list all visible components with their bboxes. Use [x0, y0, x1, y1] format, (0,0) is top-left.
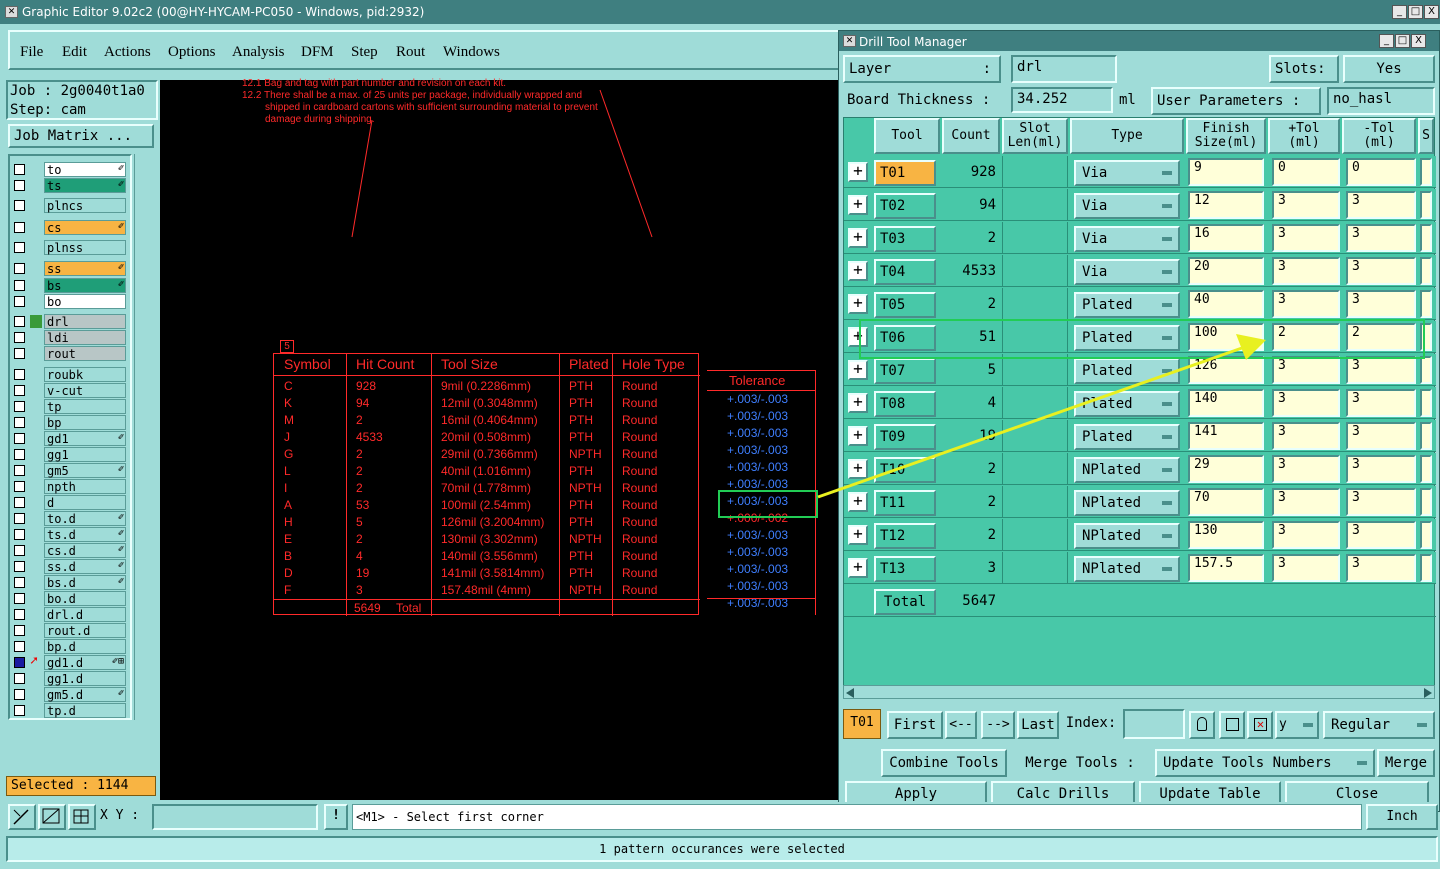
- grid-icon-button[interactable]: [68, 804, 96, 830]
- prompt-field: <M1> - Select first corner: [352, 804, 1362, 830]
- zoom-icon-button[interactable]: [8, 804, 36, 830]
- grid-icon: [73, 809, 89, 824]
- xy-label: X Y :: [100, 808, 140, 823]
- measure-icon-button[interactable]: [38, 804, 66, 830]
- alert-icon-button[interactable]: !: [324, 804, 348, 830]
- xy-input[interactable]: [152, 804, 318, 830]
- units-button[interactable]: Inch: [1366, 804, 1438, 830]
- zoom-icon: [13, 809, 29, 825]
- status-bar: 1 pattern occurances were selected: [6, 836, 1438, 862]
- measure-icon: [42, 808, 60, 824]
- bottom-toolbar: X Y : ! <M1> - Select first corner Inch: [6, 802, 1438, 832]
- annotation-arrow: [817, 334, 1266, 499]
